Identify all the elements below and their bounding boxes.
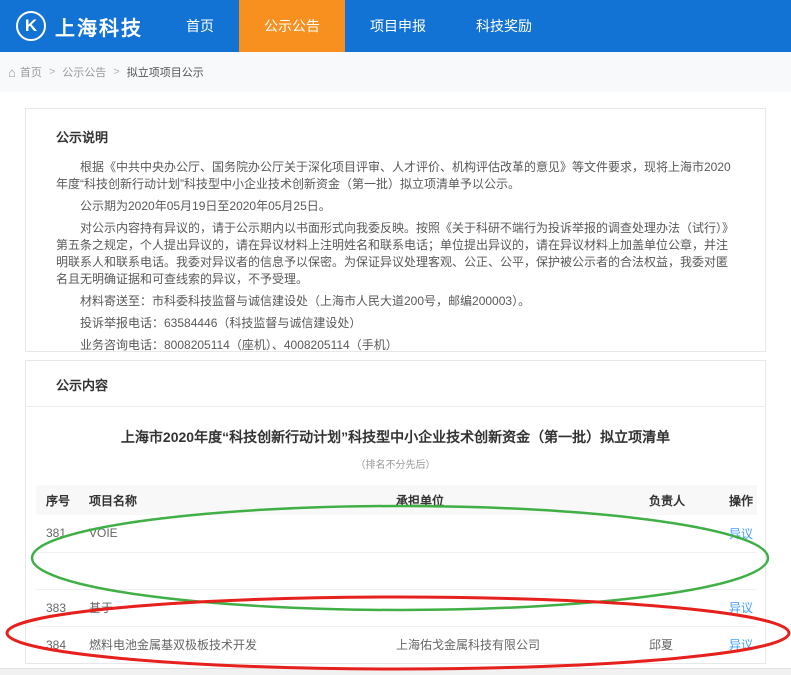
- notice-paragraph: 公示期为2020年05月19日至2020年05月25日。: [80, 199, 331, 213]
- objection-link[interactable]: 异议: [729, 527, 753, 541]
- cell-project-name: VOIE: [89, 515, 396, 553]
- cell-leader: 邱夏: [649, 626, 729, 663]
- nav-item-tech-awards[interactable]: 科技奖励: [451, 0, 557, 52]
- nav-item-announcements[interactable]: 公示公告: [239, 0, 345, 52]
- notice-paragraph: 材料寄送至：市科委科技监督与诚信建设处（上海市人民大道200号，邮编200003…: [80, 294, 531, 308]
- objection-link[interactable]: 异议: [729, 601, 753, 615]
- notice-content-card: 公示内容 上海市2020年度“科技创新行动计划”科技型中小企业技术创新资金（第一…: [25, 360, 766, 664]
- cell-leader: [649, 589, 729, 627]
- cell-unit: [396, 589, 649, 627]
- notice-paragraph: 业务咨询电话：8008205114（座机）、4008205114（手机）: [80, 338, 398, 352]
- cell-leader: [649, 552, 729, 590]
- table-row: 381 VOIE 异议: [36, 515, 757, 553]
- col-header-leader: 负责人: [649, 485, 729, 515]
- breadcrumb: ⌂ 首页 > 公示公告 > 拟立项项目公示: [0, 52, 791, 92]
- col-header-unit: 承担单位: [396, 485, 649, 515]
- page: K 上海科技 首页 公示公告 项目申报 科技奖励 ⌂ 首页 > 公示公告 > 拟…: [0, 0, 791, 675]
- project-list-title: 上海市2020年度“科技创新行动计划”科技型中小企业技术创新资金（第一批）拟立项…: [120, 429, 671, 445]
- notice-card-title: 公示说明: [56, 130, 109, 145]
- cell-index: 384: [36, 626, 89, 663]
- main-nav: 首页 公示公告 项目申报 科技奖励: [161, 0, 557, 52]
- cell-project-name: [89, 552, 396, 590]
- table-row: [36, 552, 757, 590]
- col-header-index: 序号: [36, 485, 89, 515]
- breadcrumb-current-page: 拟立项项目公示: [126, 67, 204, 79]
- cell-index: 381: [36, 515, 89, 553]
- notice-paragraph: 投诉举报电话：63584446（科技监督与诚信建设处）: [80, 316, 362, 330]
- content-card-title: 公示内容: [56, 378, 109, 393]
- home-icon: ⌂: [8, 64, 16, 80]
- notice-description-card: 公示说明 根据《中共中央办公厅、国务院办公厅关于深化项目评审、人才评价、机构评估…: [25, 108, 766, 352]
- cell-project-name: 燃料电池金属基双极板技术开发: [89, 626, 396, 663]
- site-logo[interactable]: K 上海科技: [0, 0, 161, 52]
- cell-unit: 上海佑戈金属科技有限公司: [396, 626, 649, 663]
- cell-index: 383: [36, 589, 89, 627]
- table-header-row: 序号 项目名称 承担单位 负责人 操作: [36, 485, 757, 515]
- cell-project-name: 基于: [89, 589, 396, 627]
- table-row: 384 燃料电池金属基双极板技术开发 上海佑戈金属科技有限公司 邱夏 异议: [36, 626, 757, 663]
- table-row: 383 基于 异议: [36, 589, 757, 627]
- site-title: 上海科技: [55, 17, 143, 40]
- notice-paragraph: 根据《中共中央办公厅、国务院办公厅关于深化项目评审、人才评价、机构评估改革的意见…: [56, 160, 731, 191]
- top-navigation-bar: K 上海科技 首页 公示公告 项目申报 科技奖励: [0, 0, 791, 52]
- nav-item-home[interactable]: 首页: [161, 0, 239, 52]
- breadcrumb-announcements[interactable]: 公示公告: [62, 64, 106, 80]
- notice-paragraph: 对公示内容持有异议的，请于公示期内以书面形式向我委反映。按照《关于科研不端行为投…: [56, 221, 735, 286]
- cell-index: [36, 552, 89, 590]
- project-table: 序号 项目名称 承担单位 负责人 操作 381 VOIE 异议 383 基于 异…: [36, 485, 757, 663]
- breadcrumb-separator: >: [113, 66, 120, 78]
- col-header-project-name: 项目名称: [89, 485, 396, 515]
- cell-unit: [396, 552, 649, 590]
- footer-strip: [0, 668, 791, 675]
- logo-k-icon: K: [16, 11, 46, 41]
- cell-unit: [396, 515, 649, 553]
- project-list-subtitle: （排名不分先后）: [355, 460, 436, 471]
- col-header-operation: 操作: [729, 485, 757, 515]
- objection-link[interactable]: 异议: [729, 638, 753, 652]
- cell-leader: [649, 515, 729, 553]
- breadcrumb-separator: >: [48, 66, 56, 78]
- nav-item-project-application[interactable]: 项目申报: [345, 0, 451, 52]
- breadcrumb-home[interactable]: 首页: [20, 64, 42, 80]
